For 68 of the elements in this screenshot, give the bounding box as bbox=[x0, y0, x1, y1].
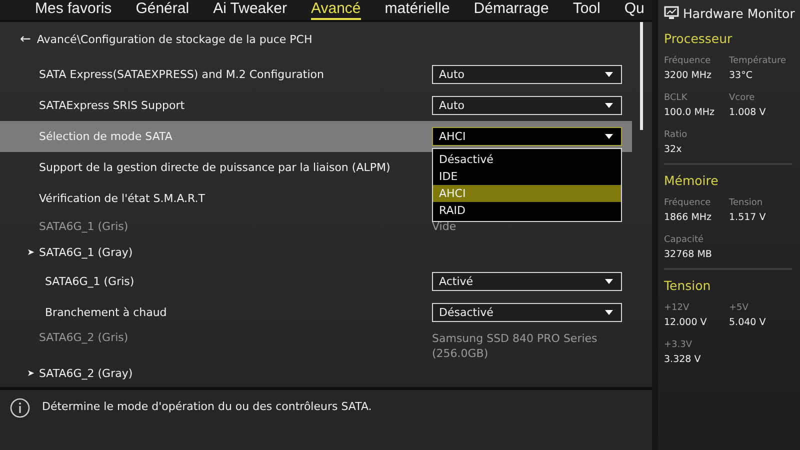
caret-icon bbox=[605, 310, 613, 315]
setting-label[interactable]: SATA6G_1 (Gray) bbox=[39, 246, 133, 260]
stat-value: 1.517 V bbox=[729, 212, 767, 223]
stat-label: Fréquence bbox=[664, 56, 712, 66]
setting-label: Sélection de mode SATA bbox=[39, 130, 172, 143]
breadcrumb: Avancé\Configuration de stockage de la puce PCH bbox=[36, 33, 312, 46]
caret-icon bbox=[605, 72, 613, 77]
stat-label: Ratio bbox=[664, 130, 688, 140]
stat-value: 32768 MB bbox=[664, 249, 713, 260]
menu-tab[interactable]: Ai Tweaker bbox=[213, 0, 287, 20]
setting-label: SATA6G_2 (Gris) bbox=[39, 330, 128, 344]
caret-icon bbox=[605, 102, 613, 108]
info-value: Vide bbox=[432, 219, 458, 234]
dropdown[interactable]: Auto bbox=[432, 96, 622, 115]
dropdown[interactable]: Auto bbox=[432, 64, 622, 84]
dropdown-option[interactable]: Désactivé bbox=[433, 150, 621, 168]
stat-value: 12.000 V bbox=[664, 317, 708, 328]
caret-icon bbox=[605, 134, 613, 139]
monitor-icon bbox=[664, 6, 679, 20]
stat-value: 3200 MHz bbox=[664, 70, 713, 81]
caret-icon bbox=[605, 278, 613, 284]
setting-label: Support de la gestion directe de puissance par la liaison (ALPM) bbox=[39, 160, 390, 174]
setting-label: SATA6G_1 (Gris) bbox=[45, 274, 134, 288]
stat-label: Capacité bbox=[664, 235, 705, 245]
scrollbar[interactable] bbox=[640, 22, 643, 130]
section-title: Processeur bbox=[664, 31, 734, 46]
dropdown-option[interactable]: AHCI bbox=[433, 184, 621, 202]
menu-tab[interactable]: Général bbox=[136, 0, 190, 20]
panel-title: Hardware Monitor bbox=[683, 6, 795, 20]
dropdown-option[interactable]: IDE bbox=[433, 168, 621, 185]
info-icon bbox=[10, 398, 30, 418]
stat-value: 5.040 V bbox=[729, 317, 767, 328]
stat-label: Fréquence bbox=[664, 198, 712, 208]
stat-value: 32x bbox=[664, 144, 683, 155]
menu-tab[interactable]: Qu bbox=[624, 0, 644, 20]
stat-label: Température bbox=[729, 56, 788, 66]
stat-label: Tension bbox=[729, 198, 764, 208]
info-value: Samsung SSD 840 PRO Series (256.0GB) bbox=[432, 330, 598, 361]
stat-value: 1.008 V bbox=[729, 107, 767, 118]
dropdown-option[interactable]: RAID bbox=[433, 202, 621, 219]
section-title: Mémoire bbox=[664, 173, 720, 188]
stat-label: BCLK bbox=[664, 93, 688, 103]
menu-tab[interactable]: Tool bbox=[572, 0, 600, 20]
dropdown[interactable]: AHCI bbox=[432, 126, 622, 146]
dropdown[interactable]: Activé bbox=[432, 272, 622, 291]
dropdown[interactable]: Désactivé bbox=[432, 302, 622, 322]
stat-value: 1866 MHz bbox=[664, 212, 713, 223]
setting-label[interactable]: SATA6G_2 (Gray) bbox=[39, 367, 133, 380]
back-button[interactable]: ← bbox=[20, 32, 31, 48]
expand-arrow-icon: ➤ bbox=[27, 368, 39, 379]
setting-label: SATAExpress SRIS Support bbox=[39, 98, 185, 112]
stat-value: 100.0 MHz bbox=[664, 107, 716, 118]
setting-label: Branchement à chaud bbox=[45, 306, 167, 319]
stat-value: 3.328 V bbox=[664, 354, 702, 365]
help-text: Détermine le mode d'opération du ou des contrôleurs SATA. bbox=[42, 398, 372, 413]
setting-label: SATA6G_1 (Gris) bbox=[39, 220, 128, 234]
menu-tab[interactable]: matérielle bbox=[384, 0, 450, 20]
menu-tab[interactable]: Démarrage bbox=[474, 0, 549, 20]
stat-label: +3.3V bbox=[664, 340, 694, 350]
expand-arrow-icon: ➤ bbox=[27, 248, 39, 258]
menu-tab[interactable]: Mes favoris bbox=[35, 0, 112, 20]
stat-value: 33°C bbox=[729, 70, 754, 81]
section-title: Tension bbox=[664, 278, 712, 293]
stat-label: Vcore bbox=[729, 93, 756, 103]
setting-label: SATA Express(SATAEXPRESS) and M.2 Configuration bbox=[39, 68, 324, 81]
setting-label: Vérification de l'état S.M.A.R.T bbox=[39, 192, 206, 205]
stat-label: +5V bbox=[729, 303, 750, 313]
stat-label: +12V bbox=[664, 303, 690, 313]
